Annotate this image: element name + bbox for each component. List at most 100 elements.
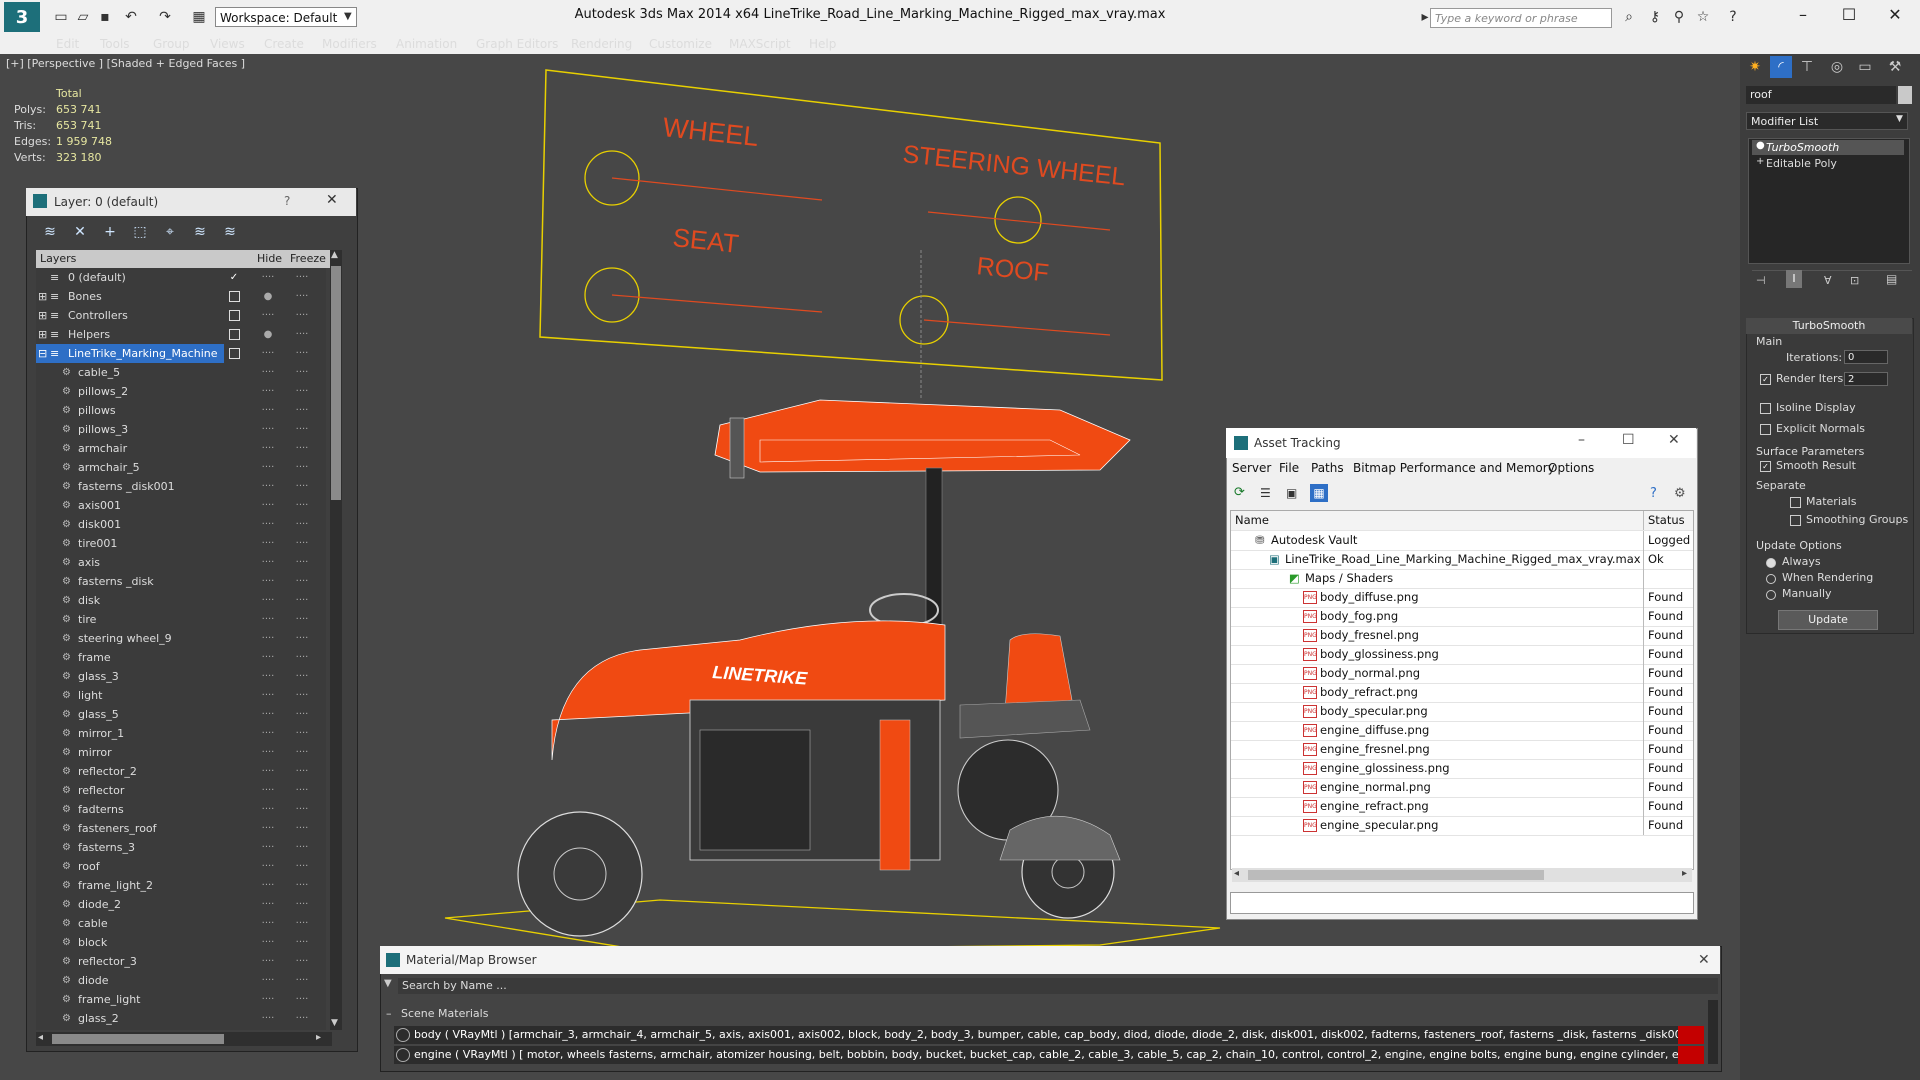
freeze-toggle[interactable]: ···· <box>294 876 310 895</box>
layer-object-row[interactable]: ⚙ light ···· ···· <box>36 686 326 705</box>
freeze-toggle[interactable]: ···· <box>294 401 310 420</box>
close-button[interactable]: ✕ <box>1872 0 1918 30</box>
layer-object-row[interactable]: ⚙ armchair_5 ···· ···· <box>36 458 326 477</box>
menu-tools[interactable]: Tools <box>100 34 130 54</box>
close-icon[interactable]: ✕ <box>1698 952 1710 968</box>
menu-graph-editors[interactable]: Graph Editors <box>476 34 558 54</box>
hide-toggle[interactable]: ···· <box>260 629 276 648</box>
collapse-icon[interactable]: ⊟ <box>38 344 47 363</box>
column-freeze[interactable]: Freeze <box>290 250 326 268</box>
layer-object-row[interactable]: ⚙ pillows ···· ···· <box>36 401 326 420</box>
freeze-toggle[interactable]: ···· <box>294 667 310 686</box>
hide-toggle[interactable]: ···· <box>260 914 276 933</box>
refresh-icon[interactable]: ⟳ <box>1234 486 1248 500</box>
asset-file-row[interactable]: PNG body_specular.png Found <box>1231 702 1693 722</box>
smoothing-groups-checkbox[interactable] <box>1790 515 1801 526</box>
menu-create[interactable]: Create <box>264 34 304 54</box>
scroll-left-icon[interactable]: ◂ <box>1234 868 1239 879</box>
collapse-icon[interactable]: – <box>386 1007 392 1020</box>
hide-toggle[interactable]: ···· <box>260 401 276 420</box>
freeze-toggle[interactable]: ···· <box>294 287 310 306</box>
freeze-toggle[interactable]: ···· <box>294 1009 310 1028</box>
create-layer-icon[interactable]: ≋ <box>40 222 60 242</box>
hide-toggle[interactable]: ···· <box>260 344 276 363</box>
freeze-toggle[interactable]: ···· <box>294 648 310 667</box>
material-row-engine[interactable]: engine ( VRayMtl ) [ motor, wheels faste… <box>394 1046 1704 1064</box>
freeze-toggle[interactable]: ···· <box>294 743 310 762</box>
hide-toggle[interactable]: ···· <box>260 800 276 819</box>
remove-modifier-icon[interactable]: ⊡ <box>1850 274 1859 287</box>
hide-toggle[interactable]: ···· <box>260 743 276 762</box>
column-status[interactable]: Status <box>1643 511 1694 530</box>
layer-object-row[interactable]: ⚙ mirror_1 ···· ···· <box>36 724 326 743</box>
layer-object-row[interactable]: ⚙ armchair ···· ···· <box>36 439 326 458</box>
asset-menu-file[interactable]: File <box>1279 458 1299 478</box>
menu-modifiers[interactable]: Modifiers <box>322 34 377 54</box>
freeze-toggle[interactable]: ···· <box>294 762 310 781</box>
hide-toggle[interactable]: ···· <box>260 363 276 382</box>
column-hide[interactable]: Hide <box>257 250 282 268</box>
asset-hscroll-thumb[interactable] <box>1248 870 1544 880</box>
materials-checkbox[interactable] <box>1790 497 1801 508</box>
asset-file-row[interactable]: PNG engine_glossiness.png Found <box>1231 759 1693 779</box>
column-layers[interactable]: Layers <box>40 250 76 268</box>
explicit-normals-checkbox[interactable] <box>1760 424 1771 435</box>
hide-toggle[interactable]: ···· <box>260 420 276 439</box>
freeze-toggle[interactable]: ···· <box>294 857 310 876</box>
expand-icon[interactable]: + <box>1756 156 1764 167</box>
layer-panel-title[interactable]: Layer: 0 (default) <box>26 188 356 216</box>
layer-checkbox[interactable] <box>229 329 240 340</box>
isoline-checkbox[interactable] <box>1760 403 1771 414</box>
hide-toggle[interactable]: ···· <box>260 819 276 838</box>
make-unique-icon[interactable]: ∀ <box>1824 274 1832 287</box>
render-iters-spinner[interactable]: 2 <box>1844 372 1888 386</box>
app-logo-icon[interactable]: 3 <box>4 2 40 32</box>
close-button[interactable]: ✕ <box>1668 432 1680 448</box>
asset-file-row[interactable]: PNG engine_refract.png Found <box>1231 797 1693 817</box>
chevron-down-icon[interactable]: ▼ <box>1896 114 1903 124</box>
close-icon[interactable]: ✕ <box>326 192 338 208</box>
asset-menu-bitmap[interactable]: Bitmap Performance and Memory <box>1353 458 1555 478</box>
freeze-toggle[interactable]: ···· <box>294 610 310 629</box>
asset-menu-options[interactable]: Options <box>1548 458 1594 478</box>
layer-object-row[interactable]: ⚙ fasterns _disk ···· ···· <box>36 572 326 591</box>
layer-row-controllers[interactable]: ⊞ ≡ Controllers ···· ···· <box>36 306 326 325</box>
asset-row-maxfile[interactable]: ▣ LineTrike_Road_Line_Marking_Machine_Ri… <box>1231 550 1693 570</box>
new-file-icon[interactable]: ▭ <box>52 8 70 26</box>
hide-toggle[interactable]: ···· <box>260 306 276 325</box>
hide-toggle[interactable]: ···· <box>260 781 276 800</box>
hide-toggle[interactable]: ···· <box>260 876 276 895</box>
asset-menu-paths[interactable]: Paths <box>1311 458 1344 478</box>
freeze-toggle[interactable]: ···· <box>294 572 310 591</box>
asset-file-row[interactable]: PNG body_glossiness.png Found <box>1231 645 1693 665</box>
hide-toggle[interactable]: ···· <box>260 591 276 610</box>
layer-object-row[interactable]: ⚙ fasterns _disk001 ···· ···· <box>36 477 326 496</box>
layer-object-row[interactable]: ⚙ axis001 ···· ···· <box>36 496 326 515</box>
hide-toggle[interactable]: ···· <box>260 762 276 781</box>
freeze-toggle[interactable]: ···· <box>294 591 310 610</box>
freeze-toggle[interactable]: ···· <box>294 914 310 933</box>
hide-toggle[interactable]: ···· <box>260 667 276 686</box>
asset-file-row[interactable]: PNG body_refract.png Found <box>1231 683 1693 703</box>
expand-icon[interactable]: ⊞ <box>38 306 47 325</box>
asset-file-row[interactable]: PNG engine_specular.png Found <box>1231 816 1693 836</box>
asset-file-row[interactable]: PNG engine_diffuse.png Found <box>1231 721 1693 741</box>
open-file-icon[interactable]: ▱ <box>74 8 92 26</box>
configure-sets-icon[interactable]: ▤ <box>1886 272 1897 286</box>
minimize-button[interactable]: – <box>1780 0 1826 30</box>
freeze-toggle[interactable]: ···· <box>294 458 310 477</box>
motion-tab-icon[interactable]: ◎ <box>1826 56 1848 78</box>
freeze-toggle[interactable]: ···· <box>294 325 310 344</box>
hide-toggle[interactable]: ···· <box>260 838 276 857</box>
hide-toggle[interactable]: ···· <box>260 648 276 667</box>
hide-toggle[interactable]: ···· <box>260 933 276 952</box>
freeze-toggle[interactable]: ···· <box>294 990 310 1009</box>
select-objects-icon[interactable]: ⬚ <box>130 222 150 242</box>
layer-object-row[interactable]: ⚙ glass_2 ···· ···· <box>36 1009 326 1028</box>
layer-object-row[interactable]: ⚙ reflector ···· ···· <box>36 781 326 800</box>
maximize-button[interactable]: ☐ <box>1622 432 1635 448</box>
asset-file-row[interactable]: PNG body_diffuse.png Found <box>1231 588 1693 608</box>
freeze-toggle[interactable]: ···· <box>294 933 310 952</box>
thumbnail-view-icon[interactable]: ▣ <box>1286 486 1300 500</box>
asset-file-row[interactable]: PNG engine_normal.png Found <box>1231 778 1693 798</box>
